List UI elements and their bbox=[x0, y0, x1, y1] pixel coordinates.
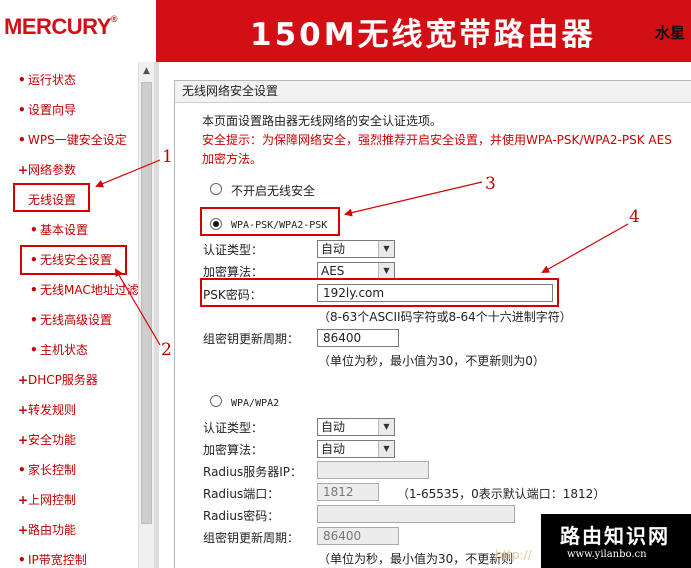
highlight-wireless-security bbox=[20, 245, 127, 275]
wpa-period-hint: （单位为秒，最小值为30，不更新则 bbox=[318, 552, 514, 566]
faint-url-watermark: http:// bbox=[495, 548, 532, 562]
chevron-down-icon: ▼ bbox=[378, 419, 394, 435]
psk-auth-select[interactable]: 自动 ▼ bbox=[317, 240, 395, 258]
annotation-number-2: 2 bbox=[161, 340, 172, 360]
nav-item-bandwidth[interactable]: • IP带宽控制 bbox=[18, 550, 156, 568]
watermark-url: www.yilanbo.cn bbox=[567, 549, 647, 560]
nav-item-routing[interactable]: +路由功能 bbox=[18, 520, 156, 540]
radius-ip-input[interactable] bbox=[317, 461, 429, 479]
wpa-auth-label: 认证类型： bbox=[203, 421, 264, 435]
radius-password-input[interactable] bbox=[317, 505, 515, 523]
annotation-number-1: 1 bbox=[162, 147, 173, 167]
header-right-text: 水星 bbox=[655, 24, 686, 42]
psk-auth-label: 认证类型： bbox=[203, 243, 264, 257]
wpa-period-input[interactable]: 86400 bbox=[317, 527, 399, 545]
nav-item-forwarding[interactable]: +转发规则 bbox=[18, 400, 156, 420]
radius-port-hint: （1-65535，0表示默认端口：1812） bbox=[397, 487, 606, 501]
intro-text: 本页面设置路由器无线网络的安全认证选项。 bbox=[202, 114, 443, 128]
nav-item-dhcp[interactable]: +DHCP服务器 bbox=[18, 370, 156, 390]
wpa-auth-select[interactable]: 自动 ▼ bbox=[317, 418, 395, 436]
radius-port-input[interactable]: 1812 bbox=[317, 483, 379, 501]
nav-item-wps[interactable]: • WPS一键安全设定 bbox=[18, 130, 156, 150]
header-bar: MERCURY® 150M无线宽带路由器 水星 bbox=[0, 0, 691, 62]
annotation-number-4: 4 bbox=[629, 207, 640, 227]
panel-title: 无线网络安全设置 bbox=[175, 81, 691, 103]
router-admin-page: MERCURY® 150M无线宽带路由器 水星 • 运行状态 • 设置向导 • WPS… bbox=[0, 0, 691, 568]
sidebar-nav: • 运行状态 • 设置向导 • WPS一键安全设定 +网络参数 无线设置 • 基本设置 … bbox=[0, 62, 139, 568]
highlight-wpa-psk bbox=[200, 207, 340, 236]
wpa-period-label: 组密钥更新周期： bbox=[203, 531, 300, 545]
nav-item-security[interactable]: +安全功能 bbox=[18, 430, 156, 450]
radius-ip-label: Radius服务器IP： bbox=[203, 465, 303, 479]
radio-no-security[interactable] bbox=[210, 183, 222, 195]
annotation-number-3: 3 bbox=[485, 174, 496, 194]
radius-password-label: Radius密码： bbox=[203, 509, 280, 523]
nav-scrollbar[interactable]: ▲ bbox=[138, 62, 154, 568]
mercury-logo: MERCURY® bbox=[4, 14, 118, 39]
chevron-down-icon: ▼ bbox=[378, 241, 394, 257]
scroll-up-icon[interactable]: ▲ bbox=[139, 64, 154, 78]
watermark-title: 路由知识网 bbox=[560, 524, 670, 548]
psk-period-hint: （单位为秒，最小值为30，不更新则为0） bbox=[318, 354, 545, 368]
security-tip-line2: 加密方法。 bbox=[202, 152, 263, 166]
nav-item-access-control[interactable]: +上网控制 bbox=[18, 490, 156, 510]
nav-item-network[interactable]: +网络参数 bbox=[18, 160, 156, 180]
chevron-down-icon: ▼ bbox=[378, 441, 394, 457]
security-settings-panel: 无线网络安全设置 本页面设置路由器无线网络的安全认证选项。 安全提示：为保障网络… bbox=[174, 80, 691, 568]
radio-wpa-enterprise[interactable] bbox=[210, 395, 222, 407]
psk-period-label: 组密钥更新周期： bbox=[203, 332, 300, 346]
scroll-thumb[interactable] bbox=[141, 82, 152, 524]
frame-separator bbox=[154, 62, 159, 568]
wpa-enc-select[interactable]: 自动 ▼ bbox=[317, 440, 395, 458]
radio-no-security-label: 不开启无线安全 bbox=[231, 184, 316, 198]
radius-port-label: Radius端口： bbox=[203, 487, 280, 501]
nav-item-parental[interactable]: • 家长控制 bbox=[18, 460, 156, 480]
chevron-down-icon: ▼ bbox=[378, 263, 394, 279]
wpa-enc-label: 加密算法： bbox=[203, 443, 264, 457]
highlight-wireless-settings bbox=[13, 183, 90, 212]
psk-period-input[interactable]: 86400 bbox=[317, 329, 399, 347]
nav-item-status[interactable]: • 运行状态 bbox=[18, 70, 156, 90]
highlight-psk-password bbox=[200, 278, 559, 307]
radio-wpa-enterprise-label: WPA/WPA2 bbox=[231, 398, 280, 409]
psk-password-hint: （8-63个ASCII码字符或8-64个十六进制字符） bbox=[318, 310, 572, 324]
logo-area: MERCURY® bbox=[0, 0, 156, 62]
product-title: 150M无线宽带路由器 bbox=[250, 17, 596, 53]
nav-item-wizard[interactable]: • 设置向导 bbox=[18, 100, 156, 120]
security-tip-line1: 安全提示：为保障网络安全，强烈推荐开启安全设置，并使用WPA-PSK/WPA2-… bbox=[202, 133, 672, 147]
